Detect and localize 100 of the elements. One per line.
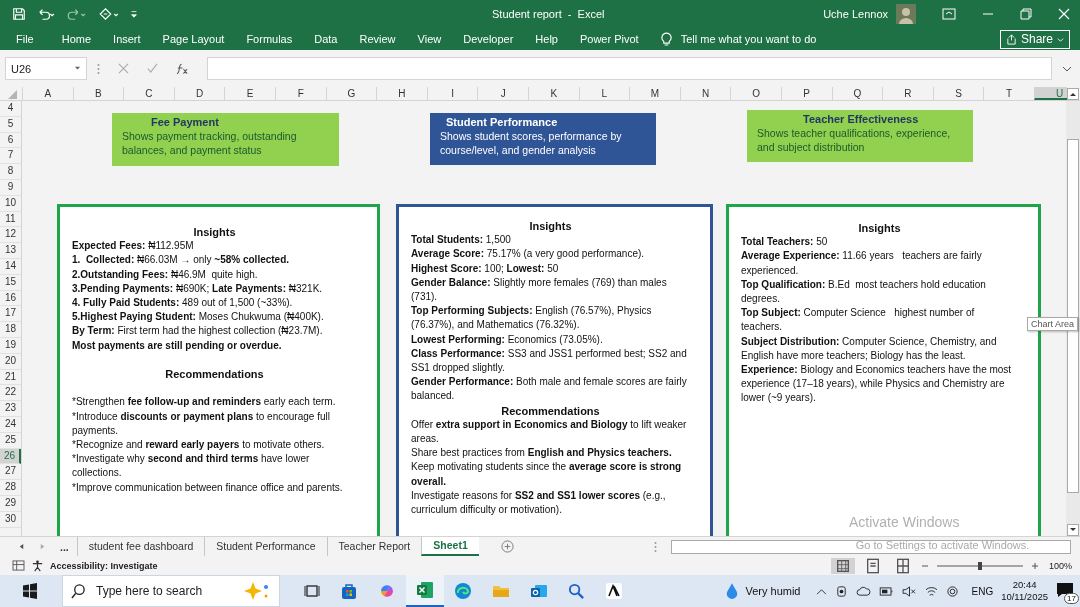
ribbon-tab[interactable]: Review <box>359 33 396 45</box>
ribbon-tab[interactable]: Insert <box>113 33 141 45</box>
tray-app-icon[interactable] <box>835 584 849 598</box>
insert-function-icon[interactable] <box>176 62 189 75</box>
browser-icon[interactable] <box>454 582 472 600</box>
row-header[interactable]: 12 <box>0 227 21 244</box>
battery-icon[interactable] <box>879 586 895 596</box>
scroll-down-icon[interactable] <box>1067 524 1079 536</box>
ribbon-tab[interactable]: Formulas <box>246 33 293 45</box>
column-header[interactable]: R <box>882 87 933 100</box>
header-card[interactable]: Teacher Effectiveness Shows teacher qualifications, experience, and subject distribution <box>747 110 973 162</box>
zoom-slider[interactable] <box>934 559 1025 572</box>
windows-logo-icon[interactable] <box>22 583 38 599</box>
sheet-tab[interactable]: Sheet1 <box>421 537 479 556</box>
notification-icon[interactable] <box>1056 582 1074 598</box>
row-header[interactable]: 7 <box>0 148 21 165</box>
column-header[interactable]: A <box>22 87 73 100</box>
share-icon[interactable] <box>1005 33 1017 45</box>
save-icon[interactable] <box>12 7 26 21</box>
expand-caret-icon[interactable] <box>1062 64 1072 73</box>
mail-app-icon[interactable] <box>530 582 548 600</box>
chevron-up-icon[interactable] <box>816 587 828 595</box>
column-header[interactable]: S <box>932 87 984 100</box>
ribbon-tab[interactable]: Page Layout <box>162 33 225 45</box>
row-header[interactable]: 24 <box>0 416 21 433</box>
ribbon-tab[interactable]: View <box>417 33 442 45</box>
shopping-bag-icon[interactable] <box>340 582 358 600</box>
insights-box[interactable] <box>396 204 713 536</box>
spreadsheet-app-icon[interactable] <box>416 581 434 599</box>
column-header[interactable]: L <box>578 87 630 100</box>
search-icon[interactable] <box>568 582 585 600</box>
column-header[interactable]: U <box>1033 87 1067 100</box>
row-header[interactable]: 25 <box>0 432 21 449</box>
header-card[interactable]: Fee Payment Shows payment tracking, outstanding balances, and payment status <box>112 113 339 166</box>
column-header[interactable]: D <box>173 87 225 100</box>
clock-time[interactable]: 20:44 <box>1012 579 1037 591</box>
row-header[interactable]: 21 <box>0 369 21 386</box>
muted-speaker-icon[interactable] <box>902 585 918 597</box>
previous-sheet-icon[interactable] <box>18 543 25 550</box>
column-header[interactable]: I <box>426 87 478 100</box>
column-header[interactable]: B <box>72 87 124 100</box>
add-sheet-icon[interactable] <box>500 540 514 553</box>
app-letter-icon[interactable] <box>605 582 623 600</box>
formula-field[interactable] <box>207 57 1052 80</box>
restore-icon[interactable] <box>1020 8 1032 20</box>
language-indicator[interactable]: ENG <box>971 585 994 597</box>
scroll-up-icon[interactable] <box>1067 88 1079 100</box>
column-header[interactable]: M <box>629 87 680 100</box>
name-box[interactable]: U26 <box>5 57 87 80</box>
more-sheets[interactable]: ... <box>60 540 69 553</box>
row-header[interactable]: 4 <box>0 101 21 117</box>
wifi-icon[interactable] <box>925 585 939 597</box>
column-header[interactable]: J <box>477 87 528 100</box>
row-header[interactable]: 19 <box>0 337 21 354</box>
clock-date[interactable]: 10/11/2025 <box>1001 591 1048 603</box>
column-header[interactable]: N <box>679 87 731 100</box>
row-header[interactable]: 13 <box>0 243 21 259</box>
column-header[interactable]: T <box>983 87 1034 100</box>
caret-icon[interactable] <box>1057 35 1064 43</box>
ribbon-tab[interactable]: Home <box>61 33 92 45</box>
normal-view-icon[interactable] <box>830 557 855 574</box>
cloud-icon[interactable] <box>856 585 872 597</box>
ribbon-tab[interactable]: File <box>16 33 34 45</box>
row-header[interactable]: 14 <box>0 258 21 275</box>
row-header[interactable]: 5 <box>0 116 21 133</box>
column-header[interactable]: G <box>325 87 377 100</box>
row-header[interactable]: 15 <box>0 274 21 291</box>
row-header[interactable]: 16 <box>0 290 21 307</box>
row-header[interactable]: 9 <box>0 180 21 196</box>
column-header[interactable]: K <box>527 87 579 100</box>
row-header[interactable]: 30 <box>0 511 21 528</box>
row-header[interactable]: 17 <box>0 306 21 323</box>
row-header[interactable]: 23 <box>0 401 21 417</box>
touch-mode-icon[interactable] <box>97 7 121 21</box>
column-header[interactable]: Q <box>831 87 883 100</box>
column-header[interactable]: E <box>224 87 275 100</box>
row-header[interactable]: 18 <box>0 322 21 338</box>
ribbon-tab[interactable]: Data <box>314 33 338 45</box>
row-header[interactable]: 11 <box>0 211 21 228</box>
ribbon-display-icon[interactable] <box>942 8 956 20</box>
tray-ring-icon[interactable] <box>946 584 960 598</box>
ribbon-tab[interactable]: Developer <box>463 33 514 45</box>
ribbon-tab[interactable]: Power Pivot <box>579 33 639 45</box>
row-header[interactable]: 8 <box>0 164 21 180</box>
zoom-level[interactable]: 100% <box>1048 560 1072 571</box>
tell-me-field[interactable]: Tell me what you want to do <box>680 33 817 45</box>
taskbar-search-field[interactable]: Type here to search <box>62 575 280 607</box>
column-header[interactable]: O <box>730 87 781 100</box>
row-header[interactable]: 22 <box>0 385 21 402</box>
row-header[interactable]: 6 <box>0 132 21 149</box>
accessibility-status[interactable]: Accessibility: Investigate <box>50 560 158 571</box>
row-header[interactable]: 29 <box>0 495 21 512</box>
column-header[interactable]: C <box>123 87 174 100</box>
insights-box[interactable] <box>57 204 380 536</box>
share-button[interactable]: Share <box>999 29 1070 49</box>
row-header[interactable]: 27 <box>0 464 21 481</box>
row-header[interactable]: 28 <box>0 480 21 496</box>
ribbon-tab[interactable]: Help <box>535 33 558 45</box>
column-header[interactable]: P <box>780 87 832 100</box>
redo-icon[interactable] <box>66 7 88 21</box>
